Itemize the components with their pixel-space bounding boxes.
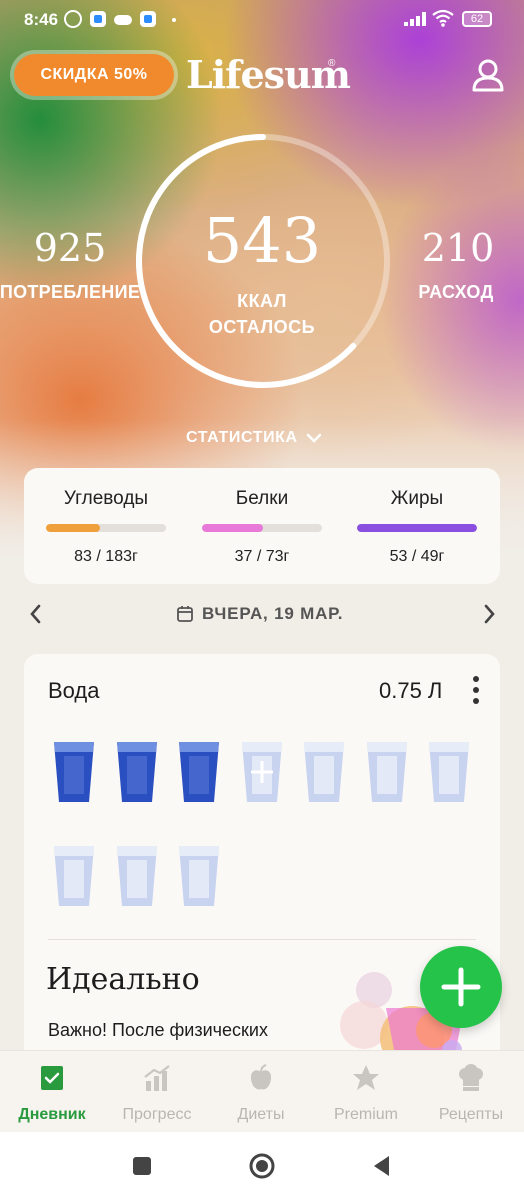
add-button[interactable] [420,946,502,1028]
macro-progress-bar [46,524,166,532]
nav-label: Диеты [237,1106,285,1123]
intake-value: 925 [33,226,107,270]
system-navigation-bar [0,1132,524,1200]
macro-name: Жиры [390,488,444,509]
date-label: ВЧЕРА, 19 МАР. [202,604,344,623]
chef-hat-icon [459,1064,483,1091]
app-notification-icon [140,11,156,27]
nav-recipes[interactable]: Рецепты [421,1063,521,1124]
water-glass-empty[interactable] [177,844,221,908]
burned-value: 210 [421,226,495,270]
nav-label: Прогресс [122,1106,192,1123]
nav-premium[interactable]: Premium [316,1063,416,1124]
tip-title: Идеально [46,962,200,997]
water-title: Вода [48,678,100,703]
macro-progress-bar [202,524,322,532]
macro-value: 37 / 73г [234,548,290,565]
remaining-calories-label: ККАЛ ОСТАЛОСЬ [182,288,342,340]
date-selector[interactable]: ВЧЕРА, 19 МАР. [176,603,343,625]
water-glass-filled[interactable] [177,740,221,804]
macro-name: Белки [235,488,289,509]
profile-icon[interactable] [468,56,508,96]
macro-progress-fill [202,524,264,532]
water-glass-empty[interactable] [115,844,159,908]
macro-name: Углеводы [63,488,149,509]
bottom-navigation: Дневник Прогресс Диеты Premium Рецепты [0,1050,524,1133]
diary-icon [41,1066,63,1090]
macro-fat: Жиры 53 / 49г [357,488,477,566]
discount-button[interactable]: СКИДКА 50% [14,54,174,96]
remaining-text: ОСТАЛОСЬ [208,317,316,337]
intake-label: ПОТРЕБЛЕНИЕ [0,282,141,302]
nav-label: Рецепты [438,1106,504,1123]
add-water-glass[interactable] [240,740,284,804]
macro-carbs: Углеводы 83 / 183г [46,488,166,566]
macro-value: 53 / 49г [389,548,445,565]
home-icon[interactable] [248,1152,276,1180]
status-bar: 8:46 62 [0,0,524,38]
water-glass-empty[interactable] [302,740,346,804]
macro-progress-bar [357,524,477,532]
divider [48,939,476,940]
remaining-calories-value: 543 [202,204,322,277]
star-icon [353,1065,379,1090]
macro-protein: Белки 37 / 73г [202,488,322,566]
wifi-icon [432,9,454,27]
statistics-toggle[interactable]: СТАТИСТИКА [186,426,346,450]
chevron-left-icon[interactable] [24,602,48,626]
more-options-icon[interactable] [468,676,484,704]
status-time: 8:46 [24,10,59,29]
macro-value: 83 / 183г [74,548,138,565]
battery-icon: 62 [462,11,492,27]
calendar-icon [177,606,193,622]
cloud-icon [114,15,132,25]
macro-progress-fill [46,524,100,532]
plus-icon [441,967,481,1007]
apple-icon [250,1064,272,1090]
alarm-icon [64,10,82,28]
nav-diary[interactable]: Дневник [2,1063,102,1124]
chevron-down-icon [306,433,321,443]
water-glass-empty[interactable] [427,740,471,804]
chevron-right-icon[interactable] [477,602,501,626]
nav-label: Дневник [18,1106,86,1123]
burned-label: РАСХОД [418,282,494,302]
recent-apps-icon[interactable] [128,1152,156,1180]
logo-registered-mark: ® [328,58,336,69]
progress-chart-icon [144,1065,170,1091]
app-notification-icon [90,11,106,27]
nav-label: Premium [333,1106,398,1123]
app-logo: Lifesum [186,52,351,97]
signal-icon [404,12,426,26]
macro-progress-fill [357,524,477,532]
macros-card[interactable]: Углеводы 83 / 183г Белки 37 / 73г Жиры 5… [24,468,500,584]
tip-text: Важно! После физических [48,1020,268,1040]
water-glass-empty[interactable] [52,844,96,908]
nav-progress[interactable]: Прогресс [107,1063,207,1124]
statistics-label: СТАТИСТИКА [186,429,298,446]
more-notifications-dot-icon [172,18,176,22]
water-glass-filled[interactable] [115,740,159,804]
nav-diets[interactable]: Диеты [211,1063,311,1124]
water-glass-filled[interactable] [52,740,96,804]
remaining-unit: ККАЛ [237,291,287,311]
water-amount: 0.75 Л [379,678,443,703]
water-glass-empty[interactable] [365,740,409,804]
date-navigation: ВЧЕРА, 19 МАР. [0,598,524,632]
back-icon[interactable] [368,1152,396,1180]
